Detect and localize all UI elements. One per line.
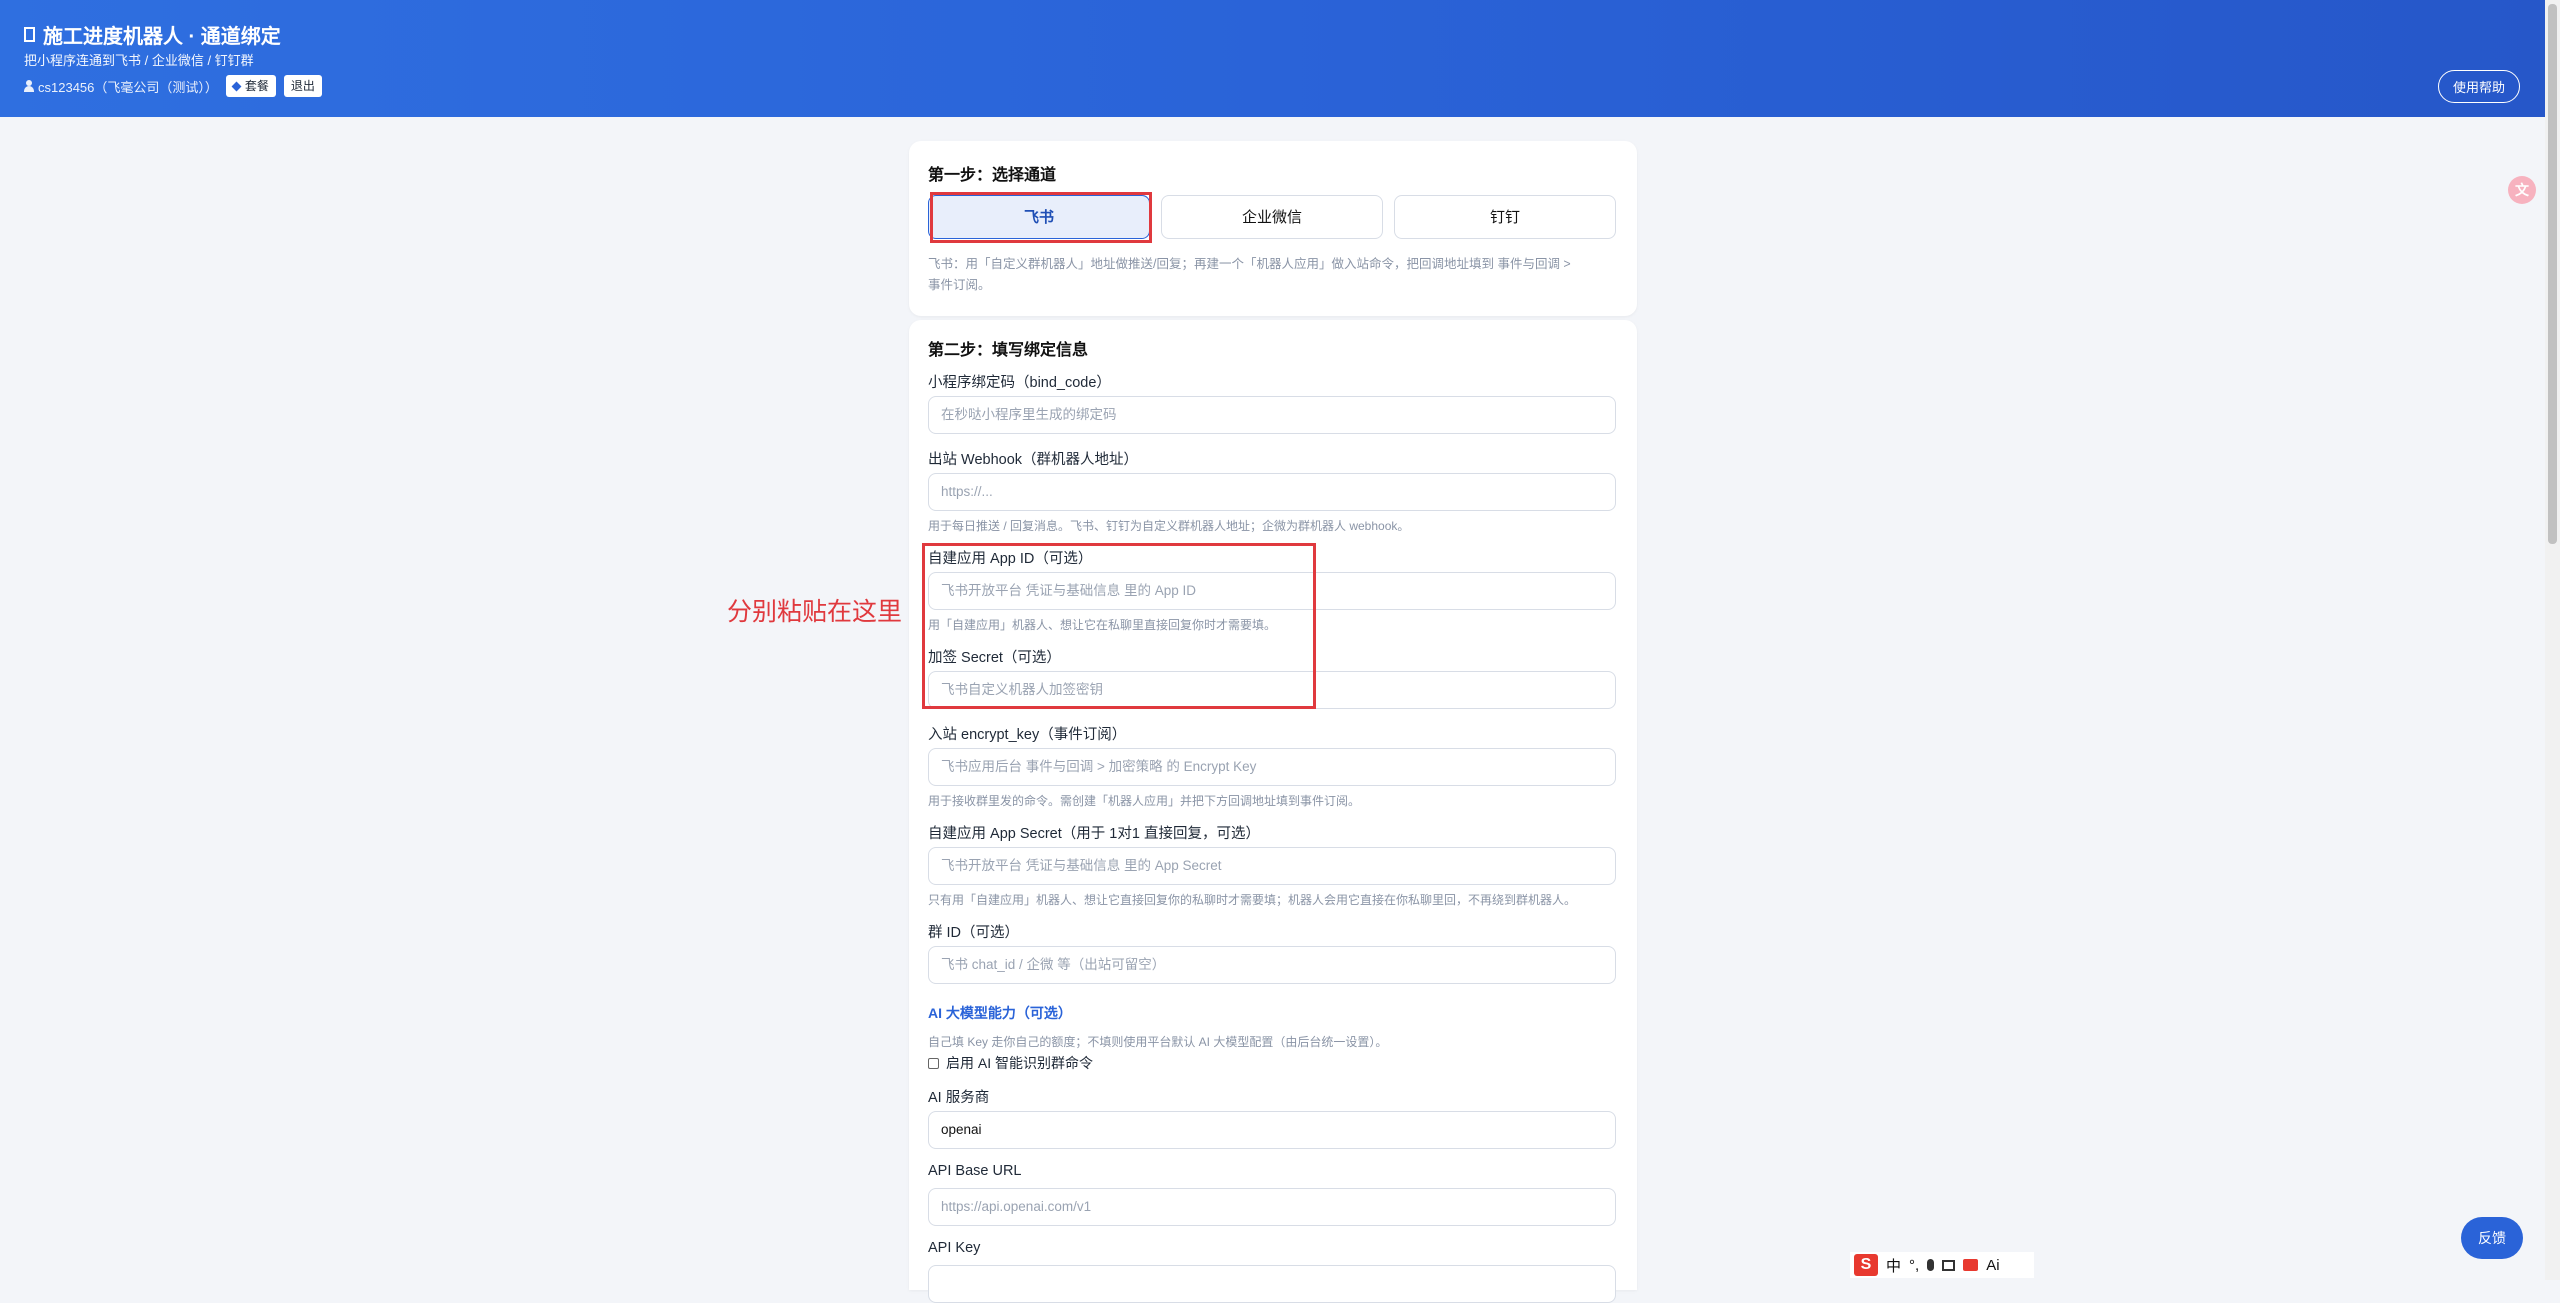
api-base-url-label: API Base URL (928, 1163, 1022, 1179)
channel-description-line2: 事件订阅。 (928, 278, 991, 292)
ai-enable-label: 启用 AI 智能识别群命令 (946, 1055, 1094, 1071)
keyboard-icon[interactable] (1942, 1259, 1956, 1271)
app-id-label: 自建应用 App ID（可选） (928, 551, 1093, 567)
annotation-note: 分别粘贴在这里 (727, 598, 903, 626)
ime-ai[interactable]: Ai (1986, 1257, 1999, 1274)
group-id-label: 群 ID（可选） (928, 925, 1020, 941)
ai-provider-input[interactable]: openai (928, 1111, 1616, 1149)
step1-title: 第一步：选择通道 (928, 167, 1057, 184)
ime-mode[interactable]: 中 (1886, 1255, 1901, 1276)
diamond-icon (231, 81, 242, 91)
app-id-hint: 用「自建应用」机器人、想让它在私聊里直接回复你时才需要填。 (928, 618, 1277, 632)
ai-section-title: AI 大模型能力（可选） (928, 1005, 1072, 1021)
scrollbar-thumb[interactable] (2548, 4, 2557, 544)
logout-button[interactable]: 退出 (283, 75, 322, 97)
plan-button[interactable]: 套餐 (225, 75, 276, 97)
api-key-label: API Key (928, 1240, 981, 1256)
ime-toolbar[interactable]: S 中 °, Ai (1850, 1252, 2034, 1278)
user-icon (24, 80, 34, 92)
translate-icon[interactable]: 文 (2508, 176, 2536, 204)
encrypt-key-input[interactable]: 飞书应用后台 事件与回调 > 加密策略 的 Encrypt Key (928, 748, 1616, 786)
channel-select-card: 第一步：选择通道 飞书 企业微信 钉钉 飞书：用「自定义群机器人」地址做推送/回… (909, 141, 1637, 316)
sign-secret-label: 加签 Secret（可选） (928, 650, 1061, 666)
channel-dingtalk-button[interactable]: 钉钉 (1394, 195, 1616, 239)
webhook-input[interactable]: https://... (928, 473, 1616, 511)
ime-logo-icon[interactable]: S (1854, 1254, 1878, 1276)
ai-hint: 自己填 Key 走你自己的额度；不填则使用平台默认 AI 大模型配置（由后台统一… (928, 1035, 1388, 1049)
api-key-input[interactable] (928, 1265, 1616, 1303)
app-secret-input[interactable]: 飞书开放平台 凭证与基础信息 里的 App Secret (928, 847, 1616, 885)
ai-enable-checkbox[interactable] (928, 1057, 939, 1069)
app-id-input[interactable]: 飞书开放平台 凭证与基础信息 里的 App ID (928, 572, 1616, 610)
app-logo-icon (24, 27, 35, 42)
channel-description-line1: 飞书：用「自定义群机器人」地址做推送/回复；再建一个「机器人应用」做入站命令，把… (928, 257, 1571, 271)
page-title-text: 施工进度机器人 · 通道绑定 (43, 26, 281, 48)
microphone-icon[interactable] (1927, 1259, 1935, 1271)
sign-secret-input[interactable]: 飞书自定义机器人加签密钥 (928, 671, 1616, 709)
user-bar: cs123456（飞毫公司（测试）） 套餐 退出 (24, 75, 322, 97)
bind-code-input[interactable]: 在秒哒小程序里生成的绑定码 (928, 396, 1616, 434)
group-id-input[interactable]: 飞书 chat_id / 企微 等（出站可留空） (928, 946, 1616, 984)
webhook-hint: 用于每日推送 / 回复消息。飞书、钉钉为自定义群机器人地址；企微为群机器人 we… (928, 519, 1410, 533)
encrypt-key-label: 入站 encrypt_key（事件订阅） (928, 727, 1127, 743)
page-subtitle: 把小程序连通到飞书 / 企业微信 / 钉钉群 (24, 53, 254, 68)
api-base-url-input[interactable]: https://api.openai.com/v1 (928, 1188, 1616, 1226)
help-button[interactable]: 使用帮助 (2437, 70, 2520, 103)
feedback-button[interactable]: 反馈 (2461, 1217, 2523, 1259)
binding-info-card: 第二步：填写绑定信息 小程序绑定码（bind_code） 在秒哒小程序里生成的绑… (909, 320, 1637, 1303)
app-secret-hint: 只有用「自建应用」机器人、想让它直接回复你的私聊时才需要填；机器人会用它直接在你… (928, 893, 1577, 907)
ai-enable-row[interactable]: 启用 AI 智能识别群命令 (928, 1053, 1093, 1073)
channel-wecom-button[interactable]: 企业微信 (1161, 195, 1383, 239)
ime-punct[interactable]: °, (1909, 1257, 1919, 1274)
bind-code-label: 小程序绑定码（bind_code） (928, 375, 1111, 391)
encrypt-key-hint: 用于接收群里发的命令。需创建「机器人应用」并把下方回调地址填到事件订阅。 (928, 794, 1361, 808)
skin-icon[interactable] (1963, 1259, 1979, 1271)
plan-label: 套餐 (244, 79, 269, 93)
step2-title: 第二步：填写绑定信息 (928, 342, 1089, 359)
app-header: 施工进度机器人 · 通道绑定 把小程序连通到飞书 / 企业微信 / 钉钉群 cs… (0, 0, 2545, 117)
channel-feishu-button[interactable]: 飞书 (928, 195, 1150, 239)
user-name: cs123456（飞毫公司（测试）） (38, 79, 218, 95)
ai-provider-label: AI 服务商 (928, 1090, 990, 1106)
app-secret-label: 自建应用 App Secret（用于 1对1 直接回复，可选） (928, 826, 1260, 842)
webhook-label: 出站 Webhook（群机器人地址） (928, 452, 1139, 468)
channel-description: 飞书：用「自定义群机器人」地址做推送/回复；再建一个「机器人应用」做入站命令，把… (928, 254, 1571, 296)
user-info: cs123456（飞毫公司（测试）） (24, 77, 218, 96)
page-title: 施工进度机器人 · 通道绑定 (24, 20, 281, 49)
